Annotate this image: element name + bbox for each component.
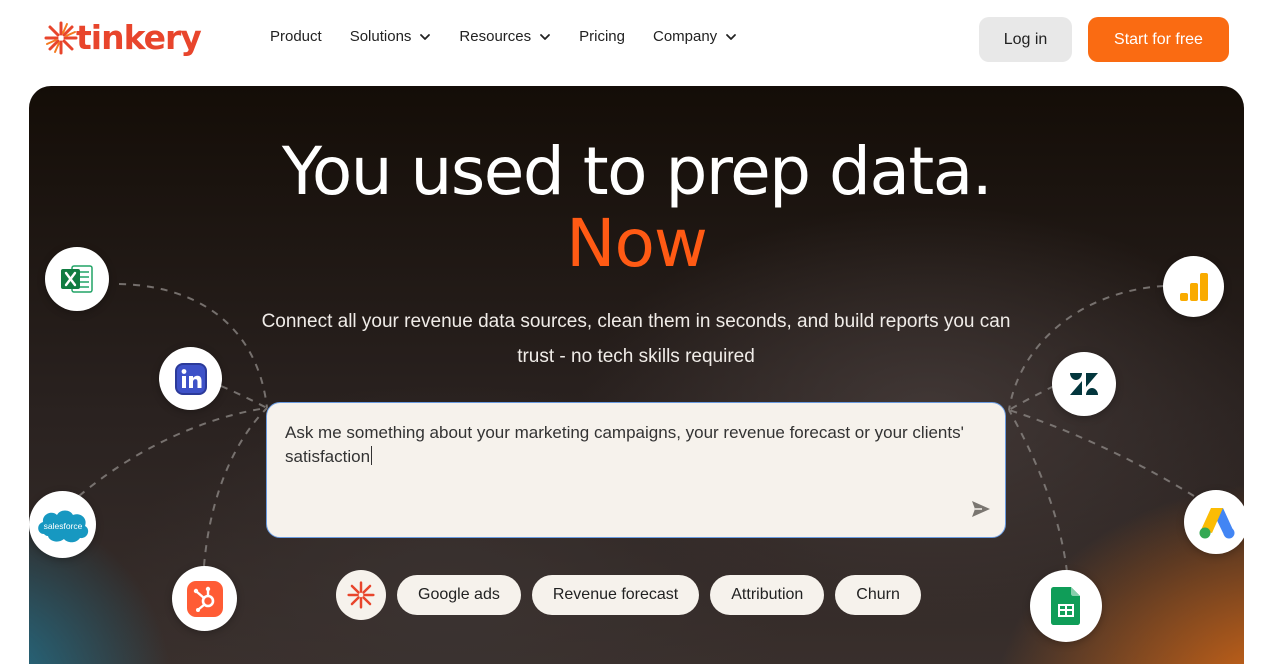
google-analytics-icon bbox=[1179, 272, 1208, 301]
integration-google-analytics bbox=[1163, 256, 1224, 317]
suggestion-chip-revenue-forecast[interactable]: Revenue forecast bbox=[531, 575, 700, 615]
nav-item-company[interactable]: Company bbox=[653, 28, 737, 45]
hero-headline: You used to prep data. bbox=[281, 133, 993, 210]
hero-section: You used to prep data. Now Connect all y… bbox=[29, 86, 1244, 664]
integration-hubspot bbox=[172, 566, 237, 631]
hubspot-icon bbox=[186, 580, 223, 617]
chevron-down-icon bbox=[726, 33, 737, 40]
top-navigation: tinkery Product Solutions Resources Pric… bbox=[0, 0, 1272, 80]
nav-item-solutions[interactable]: Solutions bbox=[350, 28, 432, 45]
start-for-free-button[interactable]: Start for free bbox=[1088, 17, 1229, 62]
chevron-down-icon bbox=[540, 33, 551, 40]
integration-google-sheets bbox=[1030, 570, 1102, 642]
google-sheets-icon bbox=[1051, 587, 1080, 625]
zendesk-icon bbox=[1070, 373, 1098, 395]
google-ads-icon bbox=[1199, 508, 1235, 539]
tinkery-chip-logo bbox=[336, 570, 386, 620]
nav-item-label: Company bbox=[652, 28, 718, 45]
integration-linkedin bbox=[159, 347, 222, 410]
suggestion-chip-attribution[interactable]: Attribution bbox=[710, 575, 825, 615]
integration-zendesk bbox=[1052, 352, 1116, 416]
text-caret bbox=[371, 446, 373, 465]
integration-salesforce: salesforce bbox=[29, 491, 96, 558]
hero-subtitle: Connect all your revenue data sources, c… bbox=[261, 311, 1011, 367]
nav-item-label: Resources bbox=[459, 28, 532, 45]
integration-excel bbox=[45, 247, 109, 311]
nav-item-label: Product bbox=[270, 28, 322, 45]
nav-item-product[interactable]: Product bbox=[270, 28, 322, 45]
ask-prompt-input[interactable]: Ask me something about your marketing ca… bbox=[266, 402, 1006, 538]
nav-item-label: Solutions bbox=[349, 28, 412, 45]
tinkery-logo[interactable]: tinkery bbox=[44, 18, 202, 58]
excel-icon bbox=[61, 265, 93, 293]
suggestion-chips: Google ads Revenue forecast Attribution … bbox=[336, 570, 932, 620]
hero-headline-accent: Now bbox=[566, 205, 708, 282]
integration-google-ads bbox=[1184, 490, 1244, 554]
main-menu: Product Solutions Resources Pricing Comp… bbox=[270, 28, 765, 45]
send-icon[interactable] bbox=[969, 497, 993, 521]
salesforce-label: salesforce bbox=[43, 521, 82, 531]
chevron-down-icon bbox=[420, 33, 431, 40]
suggestion-chip-churn[interactable]: Churn bbox=[835, 575, 921, 615]
nav-item-label: Pricing bbox=[579, 28, 625, 45]
prompt-text-wrapper: Ask me something about your marketing ca… bbox=[285, 421, 975, 469]
brand-name: tinkery bbox=[76, 18, 202, 57]
nav-item-resources[interactable]: Resources bbox=[459, 28, 551, 45]
salesforce-icon: salesforce bbox=[37, 510, 88, 542]
nav-item-pricing[interactable]: Pricing bbox=[579, 28, 625, 45]
suggestion-chip-google-ads[interactable]: Google ads bbox=[397, 575, 521, 615]
tinkery-burst-icon bbox=[44, 21, 78, 55]
prompt-text: Ask me something about your marketing ca… bbox=[285, 423, 964, 466]
login-button[interactable]: Log in bbox=[979, 17, 1072, 62]
tinkery-burst-icon bbox=[347, 581, 375, 609]
linkedin-icon bbox=[174, 362, 207, 395]
